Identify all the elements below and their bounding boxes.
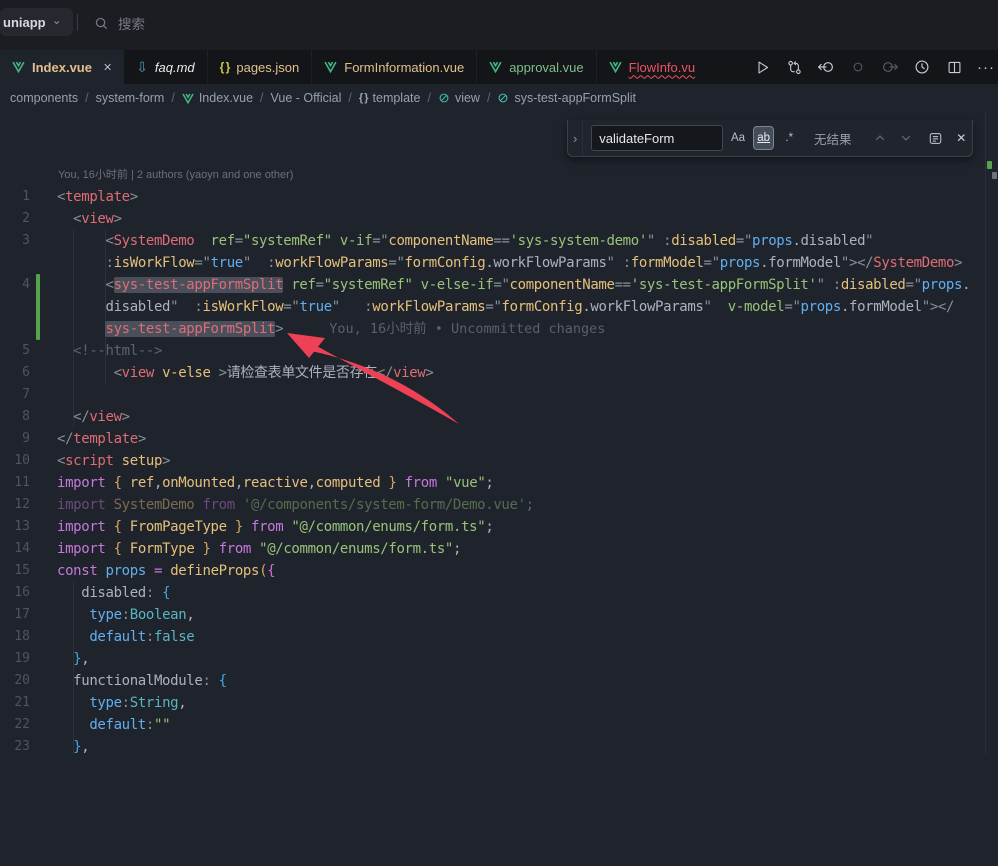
code-line[interactable]: import SystemDemo from '@/components/sys…	[57, 494, 534, 516]
code-line[interactable]: disabled" :isWorkFlow="true" :workFlowPa…	[57, 296, 954, 318]
code-line[interactable]: },	[57, 648, 89, 670]
find-results: 无结果	[814, 129, 866, 148]
code-line[interactable]: <view>	[57, 208, 122, 230]
close-icon[interactable]: ✕	[950, 126, 972, 150]
inline-blame: You, 16小时前 • Uncommitted changes	[329, 321, 605, 337]
find-in-selection-icon[interactable]	[925, 126, 947, 150]
find-input[interactable]	[592, 131, 722, 146]
code-line[interactable]: disabled: {	[57, 582, 170, 604]
ruler-mark-added	[987, 161, 992, 169]
code-line[interactable]: sys-test-appFormSplit>You, 16小时前 • Uncom…	[57, 318, 605, 340]
code-line[interactable]: default:""	[57, 714, 170, 736]
code-line[interactable]: import { FormType } from "@/common/enums…	[57, 538, 461, 560]
previous-match-button[interactable]	[870, 126, 892, 150]
overview-ruler-border	[985, 112, 986, 754]
editor[interactable]: You, 16小时前 | 2 authors (yaoyn and one ot…	[0, 112, 998, 754]
code-line[interactable]: <template>	[57, 186, 138, 208]
code-line[interactable]: <sys-test-appFormSplit ref="systemRef" v…	[57, 274, 970, 296]
code-line[interactable]: import { FromPageType } from "@/common/e…	[57, 516, 493, 538]
match-case-button[interactable]: Aa	[727, 126, 749, 150]
code-line[interactable]: const props = defineProps({	[57, 560, 275, 582]
code-line[interactable]: <script setup>	[57, 450, 170, 472]
code-line[interactable]: functionalModule: {	[57, 670, 227, 692]
ruler-mark	[992, 172, 997, 179]
code-line[interactable]: </view>	[57, 406, 130, 428]
code-line[interactable]: <!--html-->	[57, 340, 162, 362]
find-expand-toggle[interactable]: ›	[568, 120, 583, 156]
code-line[interactable]: },	[57, 736, 89, 758]
regex-button[interactable]: .*	[778, 126, 800, 150]
code-line[interactable]: type:Boolean,	[57, 604, 194, 626]
find-widget: › Aa ab .* 无结果 ✕	[567, 120, 973, 157]
whole-word-button[interactable]: ab	[753, 126, 775, 150]
code-line[interactable]: </template>	[57, 428, 146, 450]
code-line[interactable]: :isWorkFlow="true" :workFlowParams="form…	[57, 252, 962, 274]
code-line[interactable]: <view v-else >请检查表单文件是否存在</view>	[57, 362, 433, 384]
code-line[interactable]: type:String,	[57, 692, 186, 714]
find-input-box[interactable]	[591, 125, 723, 151]
next-match-button[interactable]	[895, 126, 917, 150]
code-line[interactable]: default:false	[57, 626, 194, 648]
code-line[interactable]: <SystemDemo ref="systemRef" v-if="compon…	[57, 230, 873, 252]
code-line[interactable]: import { ref,onMounted,reactive,computed…	[57, 472, 494, 494]
